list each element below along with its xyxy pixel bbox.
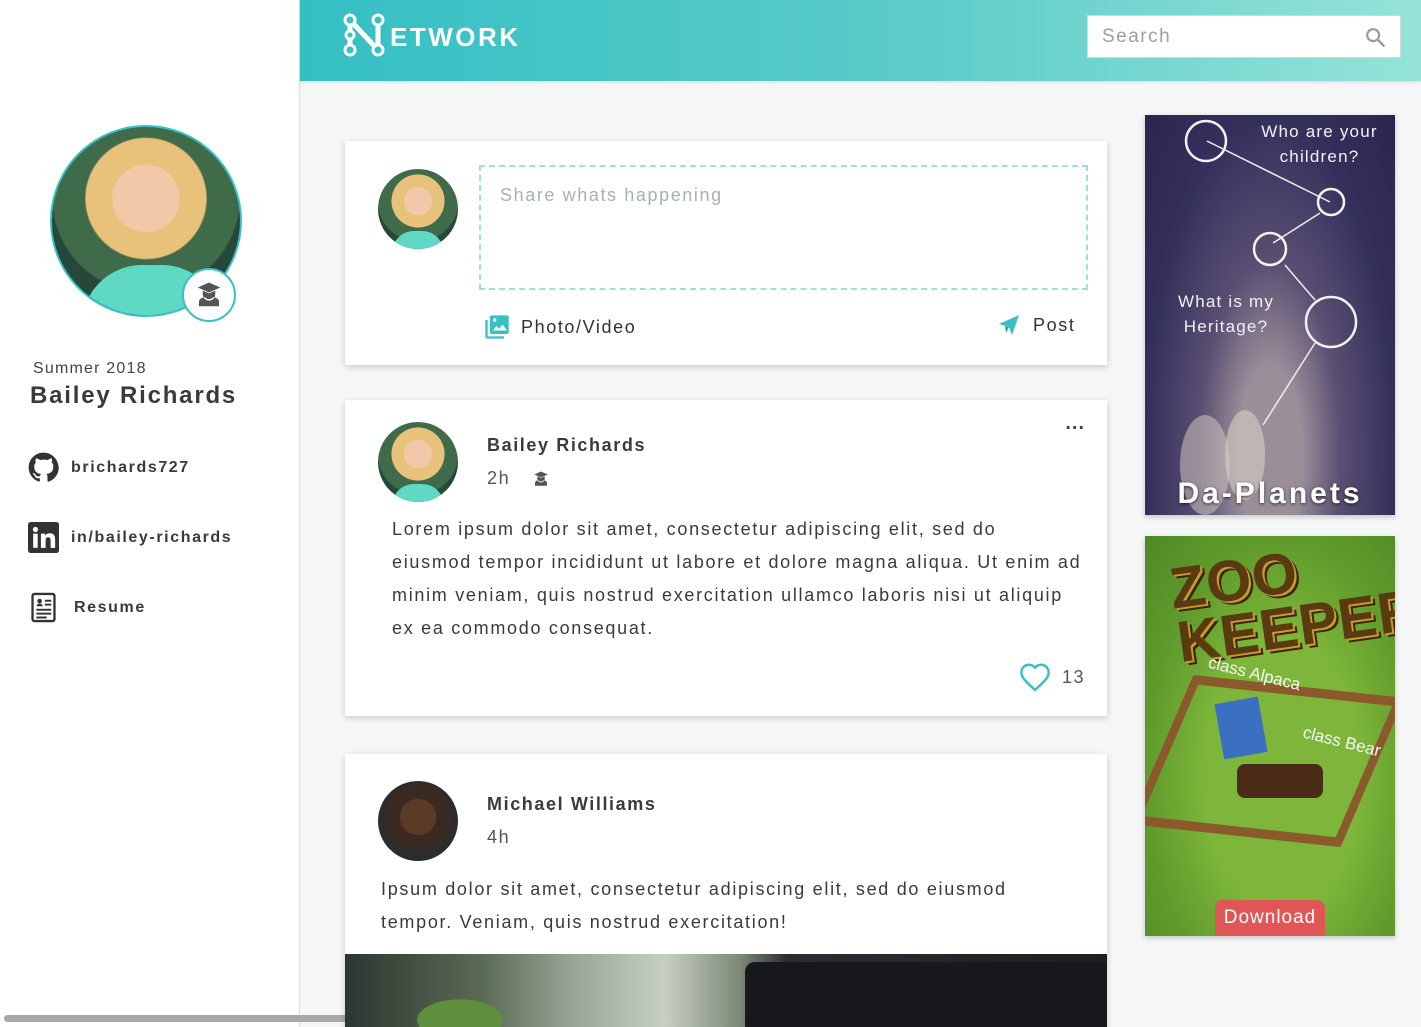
heart-icon (1020, 663, 1050, 692)
resume-icon (31, 592, 56, 623)
send-icon (999, 315, 1019, 335)
graduate-icon (534, 471, 548, 486)
post-button[interactable]: Post (997, 313, 1075, 337)
horizontal-scrollbar[interactable] (4, 1015, 348, 1022)
resume-link[interactable]: Resume (28, 592, 146, 623)
post-label: Post (1033, 314, 1076, 335)
post-card: Michael Williams 4h Ipsum dolor sit amet… (345, 754, 1107, 1027)
photo-video-label: Photo/Video (521, 316, 637, 337)
search-icon[interactable] (1364, 26, 1386, 48)
post-time: 4h (487, 827, 510, 848)
resume-label: Resume (74, 598, 146, 616)
ad-da-planets[interactable]: Who are your children? What is my Herita… (1145, 115, 1395, 515)
post-card: Bailey Richards 2h ... Lorem ipsum dolor… (345, 400, 1107, 716)
post-image[interactable] (345, 954, 1107, 1027)
post-avatar[interactable] (378, 781, 458, 861)
post-body: Lorem ipsum dolor sit amet, consectetur … (392, 519, 1082, 638)
post-time-text: 2h (487, 468, 511, 488)
composer-input[interactable] (479, 165, 1088, 290)
linkedin-icon (28, 522, 59, 553)
post-avatar[interactable] (378, 422, 458, 502)
fence-graphic (1145, 674, 1395, 848)
like-button[interactable]: 13 (1018, 662, 1085, 692)
post-time-text: 4h (487, 827, 511, 847)
linkedin-label: in/bailey-richards (71, 528, 233, 546)
network-logo-icon (343, 13, 385, 57)
github-label: brichards727 (71, 458, 190, 476)
ad-title: ZOO KEEPER (1165, 539, 1395, 676)
graduate-badge (182, 268, 236, 322)
profile-name: Bailey Richards (30, 382, 238, 409)
search-box (1087, 15, 1401, 58)
photo-icon (485, 315, 509, 339)
post-author[interactable]: Michael Williams (487, 794, 657, 815)
post-body: Ipsum dolor sit amet, consectetur adipis… (381, 879, 1007, 932)
ad-title: Da-Planets (1177, 477, 1363, 510)
profile-sidebar: Summer 2018 Bailey Richards brichards727… (0, 0, 348, 1027)
search-input[interactable] (1088, 16, 1364, 57)
github-link[interactable]: brichards727 (28, 452, 190, 483)
logo-text: ETWORK (390, 21, 521, 52)
post-author[interactable]: Bailey Richards (487, 435, 646, 456)
profile-term: Summer 2018 (33, 360, 147, 377)
network-logo[interactable]: ETWORK (342, 13, 521, 57)
post-menu-button[interactable]: ... (1065, 412, 1085, 435)
github-icon (28, 452, 59, 482)
ad-zoo-keeper[interactable]: ZOO KEEPER class Alpaca class Bear Downl… (1145, 536, 1395, 936)
like-count: 13 (1061, 666, 1085, 687)
photo-video-button[interactable]: Photo/Video (483, 313, 636, 341)
composer-avatar[interactable] (378, 169, 458, 249)
linkedin-link[interactable]: in/bailey-richards (28, 522, 232, 553)
ad-question-children: Who are your children? (1261, 122, 1378, 166)
ad-question-heritage: What is my Heritage? (1177, 292, 1275, 336)
post-time: 2h (487, 468, 550, 489)
alpaca-graphic (1214, 696, 1268, 760)
download-button[interactable]: Download (1215, 900, 1325, 936)
post-composer: Photo/Video Post (345, 141, 1107, 365)
top-header: ETWORK (300, 0, 1421, 81)
bear-graphic (1237, 764, 1323, 798)
graduate-icon (197, 282, 221, 307)
